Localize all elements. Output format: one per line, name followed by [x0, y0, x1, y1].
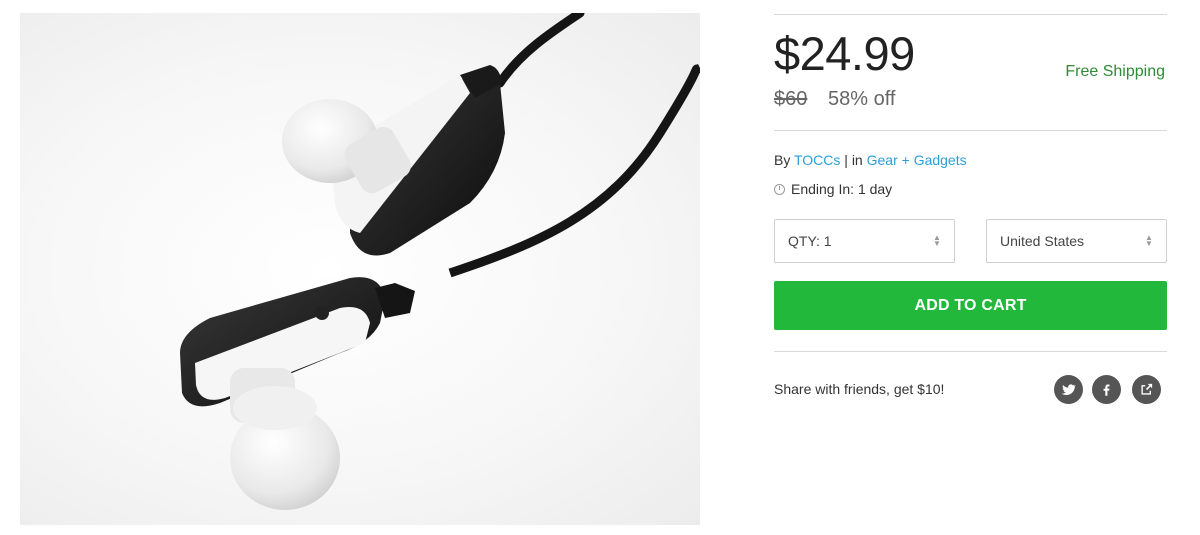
clock-icon [774, 183, 785, 195]
add-to-cart-button[interactable]: ADD TO CART [774, 281, 1167, 330]
chevron-updown-icon: ▲ ▼ [933, 233, 941, 248]
country-value: United States [1000, 233, 1085, 249]
ending-label: Ending In: 1 day [791, 181, 893, 197]
share-text: Share with friends, get $10! [774, 381, 945, 397]
twitter-icon [1061, 384, 1076, 396]
ending-timer: Ending In: 1 day [774, 181, 892, 197]
free-shipping-label: Free Shipping [1065, 63, 1165, 80]
quantity-select[interactable]: QTY: 1 ▲ ▼ [774, 219, 955, 263]
share-button[interactable] [1132, 375, 1161, 404]
facebook-icon [1103, 384, 1110, 396]
earbuds-illustration [180, 13, 700, 510]
discount-label: 58% off [828, 88, 896, 110]
chevron-updown-icon: ▲ ▼ [1145, 233, 1153, 248]
quantity-value: QTY: 1 [788, 233, 832, 249]
divider [774, 351, 1167, 352]
sale-price: $24.99 [774, 27, 915, 80]
vendor-link[interactable]: TOCCs [794, 152, 840, 168]
vendor-byline: By TOCCs | in Gear + Gadgets [774, 152, 967, 168]
original-price: $60 [774, 88, 808, 110]
product-panel: $24.99 Free Shipping $60 58% off By TOCC… [774, 0, 1167, 535]
twitter-share-button[interactable] [1054, 375, 1083, 404]
by-label: By [774, 152, 794, 168]
divider [774, 14, 1167, 15]
divider [774, 130, 1167, 131]
country-select[interactable]: United States ▲ ▼ [986, 219, 1167, 263]
category-separator: | in [840, 152, 867, 168]
category-link[interactable]: Gear + Gadgets [867, 152, 967, 168]
share-icon [1141, 383, 1153, 395]
facebook-share-button[interactable] [1092, 375, 1121, 404]
product-image [20, 13, 700, 525]
